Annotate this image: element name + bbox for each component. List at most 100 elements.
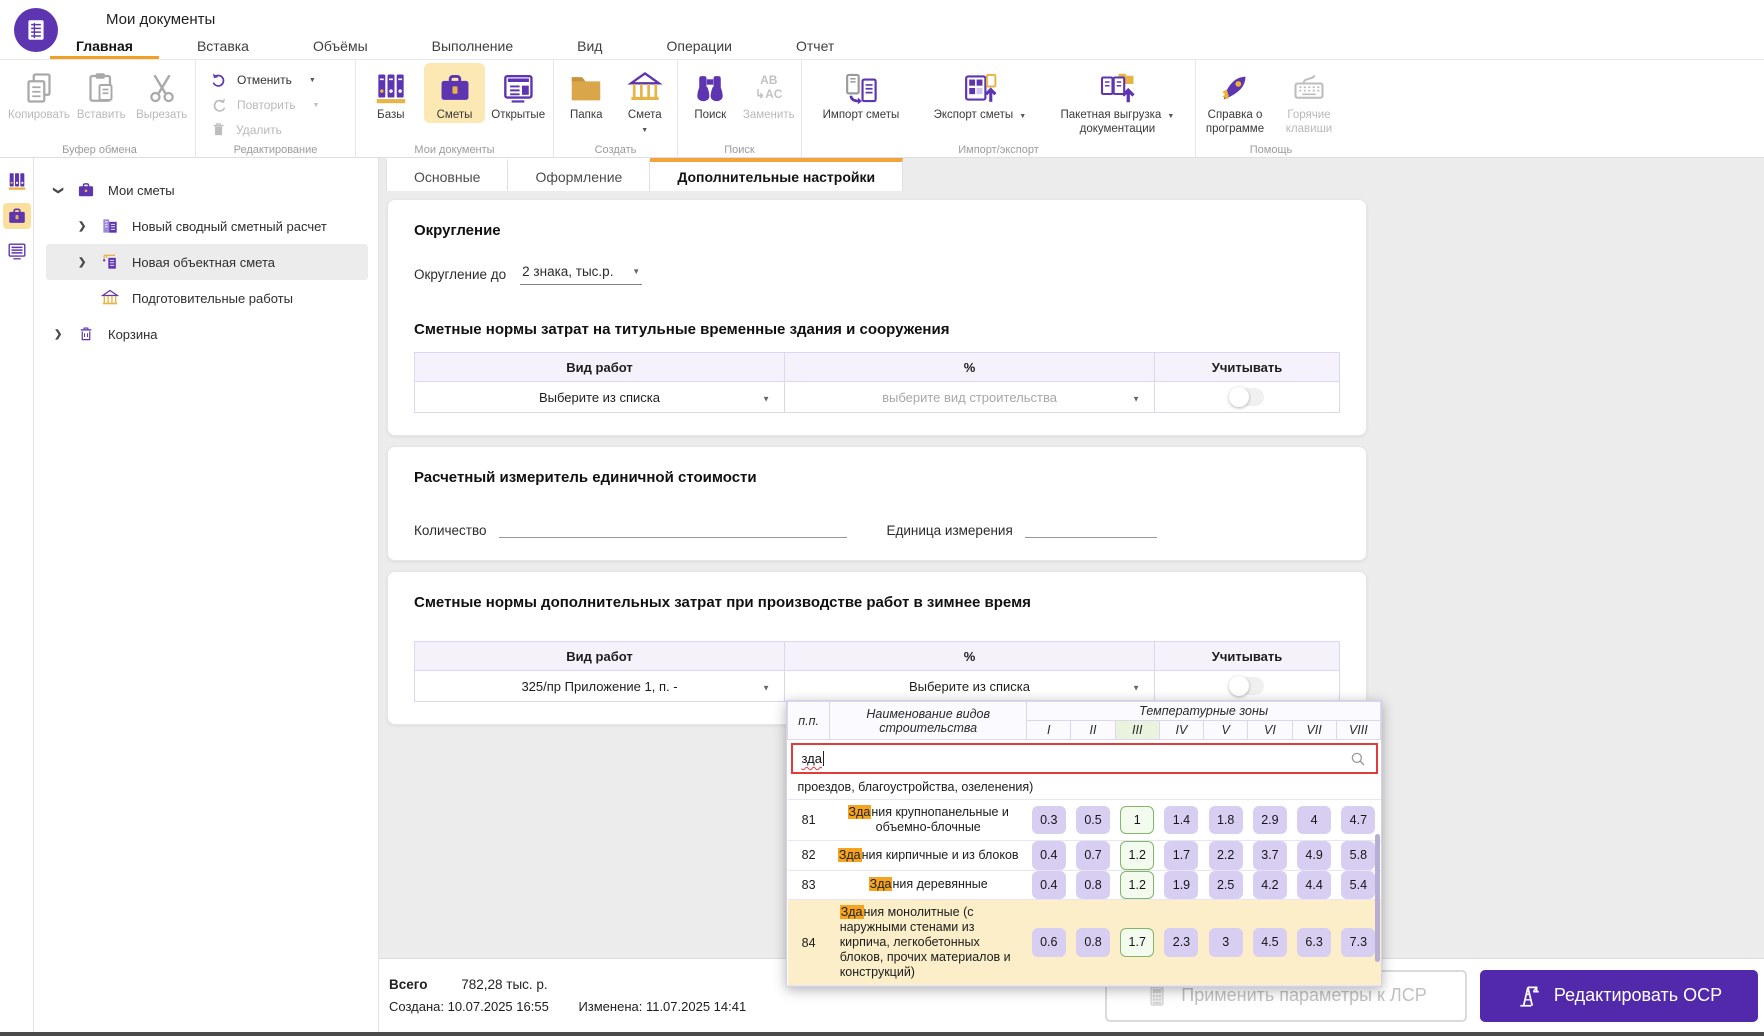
redo-icon bbox=[210, 96, 228, 114]
row-number: 83 bbox=[788, 870, 830, 900]
hotkeys-button[interactable]: Горячие клавиши bbox=[1276, 63, 1342, 136]
work-type-select[interactable]: Выберите из списка bbox=[415, 382, 785, 413]
winter-percent-select[interactable]: Выберите из списка bbox=[785, 671, 1155, 702]
temp-buildings-table: Вид работ % Учитывать Выберите из списка… bbox=[414, 352, 1340, 413]
chevron-right-icon[interactable] bbox=[78, 257, 98, 268]
open-documents-button[interactable]: Открытые bbox=[487, 63, 549, 123]
titlebar: Мои документы Главная Вставка Объёмы Вып… bbox=[0, 0, 1764, 60]
chevron-down-icon[interactable] bbox=[313, 102, 320, 109]
construction-type-select[interactable]: выберите вид строительства bbox=[785, 382, 1155, 413]
tree-item-trash[interactable]: Корзина bbox=[46, 316, 368, 352]
popup-scrollbar[interactable] bbox=[1375, 834, 1380, 962]
winter-work-type-select[interactable]: 325/пр Приложение 1, п. - bbox=[415, 671, 785, 702]
edit-osr-button[interactable]: Редактировать ОСР bbox=[1480, 970, 1758, 1022]
construction-type-row[interactable]: 81 Здания крупнопанельные и объемно-блоч… bbox=[788, 800, 1381, 841]
ribbon-group-create: Папка Смета Создать bbox=[554, 60, 678, 157]
tree-item-label: Мои сметы bbox=[108, 183, 175, 198]
import-estimate-button[interactable]: Импорт сметы bbox=[806, 63, 916, 123]
menu-tab-vypolnenie[interactable]: Выполнение bbox=[400, 32, 545, 59]
menu-tab-obyomy[interactable]: Объёмы bbox=[281, 32, 400, 59]
zone-value: 0.5 bbox=[1076, 806, 1110, 835]
export-estimate-button[interactable]: Экспорт сметы bbox=[922, 63, 1038, 123]
row-number: 82 bbox=[788, 841, 830, 871]
chevron-down-icon[interactable] bbox=[54, 185, 74, 196]
button-label: Поиск bbox=[694, 109, 726, 123]
undo-icon bbox=[210, 71, 228, 89]
undo-button[interactable]: Отменить bbox=[210, 71, 343, 89]
chevron-down-icon[interactable] bbox=[309, 77, 316, 84]
ribbon-group-label: Редактирование bbox=[196, 144, 355, 156]
tab-dopolnitelnye-nastroyki[interactable]: Дополнительные настройки bbox=[650, 158, 903, 191]
zone-value-selected: 1.2 bbox=[1120, 871, 1154, 900]
app-window: Мои документы Главная Вставка Объёмы Вып… bbox=[0, 0, 1764, 1036]
batch-export-button[interactable]: Пакетная выгрузкадокументации bbox=[1044, 63, 1191, 136]
paste-icon bbox=[83, 67, 119, 109]
crane-building-icon bbox=[98, 250, 122, 274]
copy-button[interactable]: Копировать bbox=[8, 63, 70, 123]
construction-type-row[interactable]: 83 Здания деревянные 0.4 0.8 1.2 1.9 2.5… bbox=[788, 870, 1381, 900]
menu-tab-operacii[interactable]: Операции bbox=[634, 32, 764, 59]
export-icon bbox=[960, 67, 1000, 109]
row-name: Здания кирпичные и из блоков bbox=[830, 841, 1027, 871]
consider-toggle[interactable] bbox=[1230, 388, 1264, 406]
ribbon-group-label: Создать bbox=[554, 144, 677, 156]
unit-input[interactable] bbox=[1025, 516, 1157, 538]
tree-item-my-estimates[interactable]: Мои сметы bbox=[46, 172, 368, 208]
zone-value: 1.7 bbox=[1164, 841, 1198, 870]
replace-button[interactable]: AB↳AC Заменить bbox=[741, 63, 798, 123]
menu-tab-vstavka[interactable]: Вставка bbox=[165, 32, 281, 59]
winter-consider-toggle[interactable] bbox=[1230, 677, 1264, 695]
tab-oformlenie[interactable]: Оформление bbox=[508, 158, 650, 191]
button-label: Пакетная выгрузкадокументации bbox=[1061, 109, 1175, 136]
strip-open-icon[interactable] bbox=[3, 238, 31, 264]
chevron-down-icon[interactable] bbox=[641, 127, 648, 134]
strip-estimates-icon[interactable] bbox=[3, 203, 31, 229]
button-label: Смета bbox=[628, 109, 662, 123]
paste-button[interactable]: Вставить bbox=[72, 63, 131, 123]
rounding-select[interactable]: 2 знака, тыс.р. bbox=[520, 263, 642, 285]
about-button[interactable]: Справка о программе bbox=[1200, 63, 1270, 136]
zone-value: 3 bbox=[1209, 928, 1243, 957]
tree-item-label: Подготовительные работы bbox=[132, 291, 293, 306]
button-label: Импорт сметы bbox=[823, 109, 900, 123]
popup-search-input[interactable]: зда bbox=[791, 743, 1378, 774]
button-label: Копировать bbox=[8, 109, 70, 123]
rounding-label: Округление до bbox=[414, 267, 506, 282]
zone-header: II bbox=[1071, 721, 1115, 740]
tree-item-summary-estimate[interactable]: Новый сводный сметный расчет bbox=[46, 208, 368, 244]
zone-value: 4.2 bbox=[1253, 871, 1287, 900]
zone-value: 2.5 bbox=[1209, 871, 1243, 900]
zone-value: 4.7 bbox=[1341, 806, 1375, 835]
section-title-unit-cost: Расчетный измеритель единичной стоимости bbox=[414, 469, 1340, 486]
new-estimate-button[interactable]: Смета bbox=[617, 63, 674, 134]
zone-value: 0.4 bbox=[1032, 871, 1066, 900]
button-label: Справка о программе bbox=[1200, 109, 1270, 136]
ribbon-group-label: Поиск bbox=[678, 144, 801, 156]
menu-tab-glavnaya[interactable]: Главная bbox=[44, 32, 165, 59]
chevron-right-icon[interactable] bbox=[78, 221, 98, 232]
tree-item-object-estimate[interactable]: Новая объектная смета bbox=[46, 244, 368, 280]
cut-button[interactable]: Вырезать bbox=[132, 63, 191, 123]
delete-button[interactable]: Удалить bbox=[210, 121, 343, 138]
zone-header: IV bbox=[1159, 721, 1203, 740]
strip-bases-icon[interactable] bbox=[3, 168, 31, 194]
construction-type-row-highlighted[interactable]: 84 Здания монолитные (с наружными стенам… bbox=[788, 900, 1381, 986]
bases-button[interactable]: Базы bbox=[360, 63, 422, 123]
zone-header: VI bbox=[1248, 721, 1292, 740]
redo-button[interactable]: Повторить bbox=[210, 96, 343, 114]
row-name: Здания монолитные (с наружными стенами и… bbox=[830, 900, 1027, 986]
construction-type-row[interactable]: 82 Здания кирпичные и из блоков 0.4 0.7 … bbox=[788, 841, 1381, 871]
estimates-button[interactable]: Сметы bbox=[424, 63, 486, 123]
chevron-right-icon[interactable] bbox=[54, 329, 74, 340]
tree-item-preparatory-works[interactable]: Подготовительные работы bbox=[46, 280, 368, 316]
zone-value: 0.6 bbox=[1032, 928, 1066, 957]
menu-tab-otchet[interactable]: Отчет bbox=[764, 32, 866, 59]
modified-timestamp: Изменена: 11.07.2025 14:41 bbox=[578, 999, 746, 1014]
new-folder-button[interactable]: Папка bbox=[558, 63, 615, 123]
column-header: Учитывать bbox=[1155, 642, 1340, 671]
search-button[interactable]: Поиск bbox=[682, 63, 739, 123]
quantity-input[interactable] bbox=[499, 516, 847, 538]
button-label: Базы bbox=[377, 109, 404, 123]
tab-osnovnye[interactable]: Основные bbox=[386, 158, 508, 191]
menu-tab-vid[interactable]: Вид bbox=[545, 32, 634, 59]
